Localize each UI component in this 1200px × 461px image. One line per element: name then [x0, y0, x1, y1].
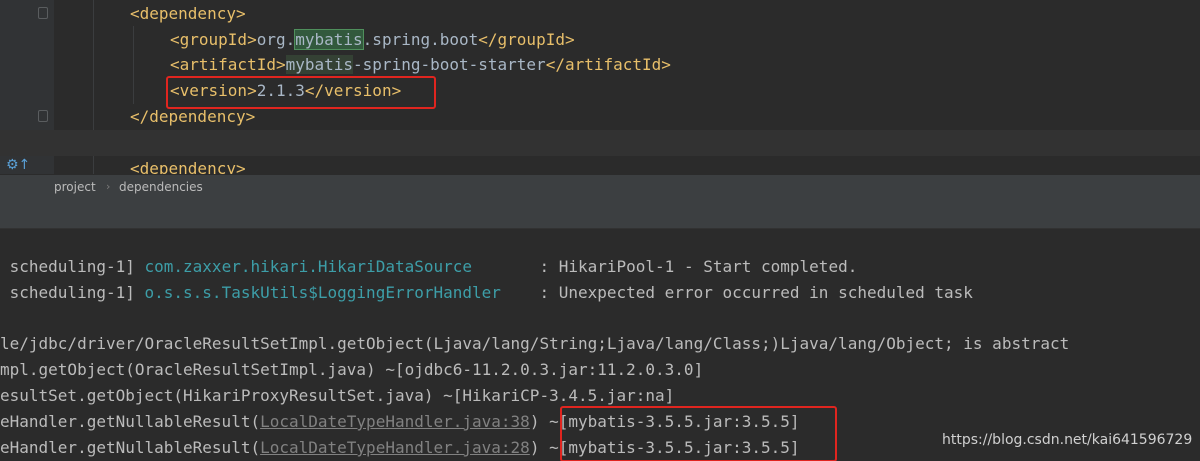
console-line: scheduling-1] o.s.s.s.TaskUtils$LoggingE…	[0, 283, 973, 302]
search-highlight: mybatis	[294, 29, 364, 50]
breadcrumb: project › dependencies	[0, 174, 1200, 199]
run-panel-header	[0, 199, 1200, 229]
source-link[interactable]: LocalDateTypeHandler.java:28	[260, 438, 530, 457]
annotation-box-mybatis-jar	[560, 406, 837, 461]
console-line: le/jdbc/driver/OracleResultSetImpl.getOb…	[0, 334, 1070, 353]
code-line-current	[0, 130, 1200, 156]
chevron-right-icon: ›	[106, 180, 111, 193]
code-line: <artifactId>mybatis-spring-boot-starter<…	[170, 55, 671, 74]
breadcrumb-item-project[interactable]: project	[54, 175, 96, 199]
search-highlight: mybatis	[285, 55, 354, 74]
watermark: https://blog.csdn.net/kai641596729	[942, 432, 1193, 448]
source-link[interactable]: LocalDateTypeHandler.java:38	[260, 412, 530, 431]
code-line: <dependency>	[130, 4, 246, 23]
breadcrumb-item-dependencies[interactable]: dependencies	[119, 175, 203, 199]
console-line: scheduling-1] com.zaxxer.hikari.HikariDa…	[0, 257, 858, 276]
console-output[interactable]: scheduling-1] com.zaxxer.hikari.HikariDa…	[0, 229, 1200, 461]
code-line: <groupId>org.mybatis.spring.boot</groupI…	[170, 29, 575, 50]
console-line: mpl.getObject(OracleResultSetImpl.java) …	[0, 360, 704, 379]
annotation-box-version	[166, 76, 436, 109]
code-line: <dependency>	[130, 159, 246, 174]
code-editor[interactable]: ⚙↑ <dependency> <groupId>org.mybatis.spr…	[0, 0, 1200, 174]
